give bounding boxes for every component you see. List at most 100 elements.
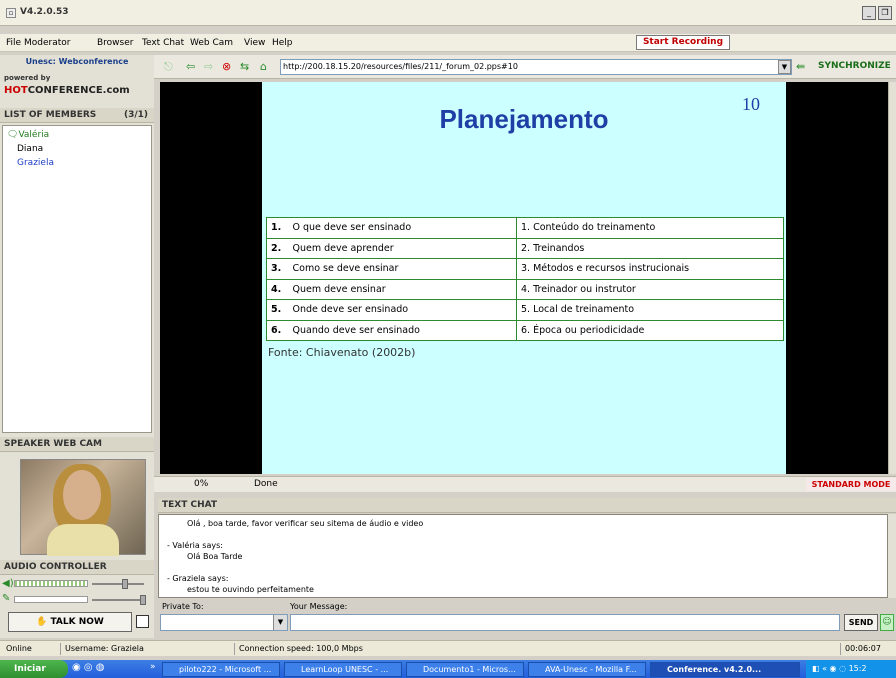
audio-controller-header: AUDIO CONTROLLER bbox=[0, 560, 154, 575]
members-title: LIST OF MEMBERS bbox=[4, 110, 97, 120]
talk-now-button[interactable]: ✋ TALK NOW bbox=[8, 612, 132, 632]
chevron-down-icon[interactable]: ▼ bbox=[273, 615, 287, 630]
menu-file[interactable]: File bbox=[6, 38, 21, 48]
chat-line: estou te ouvindo perfeitamente bbox=[187, 585, 314, 594]
url-dropdown-icon[interactable]: ▼ bbox=[778, 60, 791, 74]
window-title: V4.2.0.53 bbox=[20, 7, 69, 17]
hotconference-logo: HOTCONFERENCE.com bbox=[4, 85, 130, 96]
menu-view[interactable]: View bbox=[244, 38, 265, 48]
members-count: (3/1) bbox=[123, 110, 148, 120]
link-icon[interactable]: ⎋ bbox=[164, 60, 173, 74]
app-icon: ▫ bbox=[6, 8, 16, 18]
load-state: Done bbox=[254, 479, 278, 489]
forward-icon[interactable]: ⇨ bbox=[204, 60, 213, 74]
table-row: 3. Como se deve ensinar 3. Métodos e recur… bbox=[266, 258, 784, 280]
speaking-icon: 🗨 bbox=[7, 130, 19, 140]
task-piloto222[interactable]: piloto222 - Microsoft ... bbox=[162, 662, 280, 677]
row-answer: 2. Treinandos bbox=[516, 237, 784, 259]
home-icon[interactable]: ⌂ bbox=[260, 60, 267, 74]
slide-source: Fonte: Chiavenato (2002b) bbox=[268, 346, 416, 359]
mic-level-meter bbox=[14, 596, 88, 603]
menu-help[interactable]: Help bbox=[272, 38, 293, 48]
row-question: Quem deve aprender bbox=[288, 237, 517, 259]
row-number: 2. bbox=[266, 237, 289, 259]
member-name: Graziela bbox=[17, 158, 54, 168]
chat-line bbox=[167, 562, 879, 573]
start-recording-button[interactable]: Start Recording bbox=[636, 35, 730, 50]
message-input[interactable] bbox=[290, 614, 840, 631]
mic-volume-slider[interactable] bbox=[92, 599, 144, 601]
task-conference[interactable]: Conference. v4.2.0... bbox=[650, 662, 800, 677]
row-question: Quando deve ser ensinado bbox=[288, 319, 517, 341]
mic-volume-knob[interactable] bbox=[140, 595, 146, 605]
powered-by-label: powered by bbox=[4, 74, 51, 82]
chevron-right-icon[interactable]: » bbox=[150, 662, 156, 672]
member-name: Diana bbox=[17, 144, 44, 154]
chat-line: Olá Boa Tarde bbox=[187, 552, 243, 561]
row-answer: 1. Conteúdo do treinamento bbox=[516, 217, 784, 239]
private-to-select[interactable] bbox=[160, 614, 288, 631]
brand-title: Unesc: Webconference bbox=[0, 55, 154, 69]
row-question: Como se deve ensinar bbox=[288, 258, 517, 280]
back-icon[interactable]: ⇦ bbox=[186, 60, 195, 74]
task-documento1[interactable]: Documento1 - Micros... bbox=[406, 662, 524, 677]
member-item[interactable]: Graziela bbox=[17, 158, 54, 168]
chat-line: Olá , boa tarde, favor verificar seu sit… bbox=[187, 519, 424, 528]
row-number: 4. bbox=[266, 278, 289, 300]
title-bar: ▫ V4.2.0.53 _ ❐ bbox=[0, 0, 896, 26]
viewer-scrollbar[interactable] bbox=[888, 82, 896, 474]
menu-text-chat[interactable]: Text Chat bbox=[142, 38, 184, 48]
speaker-level-meter bbox=[14, 580, 88, 587]
slide-table: 1. O que deve ser ensinado 1. Conteúdo do … bbox=[266, 217, 784, 341]
row-question: Onde deve ser ensinado bbox=[288, 299, 517, 321]
chat-line: - Valéria says: bbox=[167, 541, 223, 550]
system-tray: ◧ « ◉ ◌ 15:2 bbox=[806, 660, 896, 678]
emoticon-icon[interactable]: ☺ bbox=[880, 614, 894, 631]
row-answer: 5. Local de treinamento bbox=[516, 299, 784, 321]
row-answer: 4. Treinador ou instrutor bbox=[516, 278, 784, 300]
speaker-webcam-video bbox=[20, 459, 146, 556]
refresh-icon[interactable]: ⇆ bbox=[240, 60, 249, 74]
speaker-volume-slider[interactable] bbox=[92, 583, 144, 585]
synchronize-button[interactable]: SYNCHRONIZE bbox=[818, 61, 891, 71]
url-input[interactable]: http://200.18.15.20/resources/files/211/… bbox=[280, 59, 792, 75]
menu-browser[interactable]: Browser bbox=[97, 38, 133, 48]
text-chat-header: TEXT CHAT bbox=[158, 498, 896, 513]
member-item[interactable]: 🗨Valéria bbox=[7, 130, 49, 140]
your-message-label: Your Message: bbox=[290, 602, 348, 611]
start-button[interactable]: Iniciar bbox=[0, 660, 68, 678]
logo-hot: HOT bbox=[4, 85, 28, 96]
chat-line bbox=[167, 529, 879, 540]
talk-lock-checkbox[interactable] bbox=[136, 615, 149, 628]
restore-button[interactable]: ❐ bbox=[878, 6, 892, 20]
row-number: 3. bbox=[266, 258, 289, 280]
quick-launch-icons[interactable]: ◉ ◎ ◍ bbox=[72, 662, 105, 673]
table-row: 6. Quando deve ser ensinado 6. Época ou pe… bbox=[266, 319, 784, 341]
connection-speed: Connection speed: 100,0 Mbps bbox=[234, 643, 367, 655]
send-button[interactable]: SEND bbox=[844, 614, 878, 631]
talk-icon: ✋ bbox=[36, 617, 51, 627]
members-list: 🗨Valéria Diana Graziela bbox=[2, 125, 152, 433]
row-number: 1. bbox=[266, 217, 289, 239]
menu-web-cam[interactable]: Web Cam bbox=[190, 38, 233, 48]
task-ava-unesc[interactable]: AVA-Unesc - Mozilla F... bbox=[528, 662, 646, 677]
go-icon[interactable]: ⇚ bbox=[796, 60, 805, 74]
speaker-volume-knob[interactable] bbox=[122, 579, 128, 589]
stop-icon[interactable]: ⊗ bbox=[222, 60, 231, 74]
chat-scrollbar[interactable] bbox=[888, 514, 896, 598]
member-item[interactable]: Diana bbox=[17, 144, 43, 154]
menu-moderator[interactable]: Moderator bbox=[24, 38, 70, 48]
table-row: 5. Onde deve ser ensinado 5. Local de trei… bbox=[266, 299, 784, 321]
row-answer: 3. Métodos e recursos instrucionais bbox=[516, 258, 784, 280]
minimize-button[interactable]: _ bbox=[862, 6, 876, 20]
table-row: 4. Quem deve ensinar 4. Treinador ou instr… bbox=[266, 278, 784, 300]
slide-title: Planejamento bbox=[439, 104, 609, 134]
online-status: Online bbox=[6, 644, 32, 653]
task-learnloop[interactable]: LearnLoop UNESC - ... bbox=[284, 662, 402, 677]
members-header: LIST OF MEMBERS (3/1) bbox=[0, 108, 154, 123]
standard-mode-button[interactable]: STANDARD MODE bbox=[806, 478, 896, 491]
row-answer: 6. Época ou periodicidade bbox=[516, 319, 784, 341]
tray-icons[interactable]: ◧ « ◉ ◌ bbox=[812, 664, 849, 673]
chat-log: Olá , boa tarde, favor verificar seu sit… bbox=[158, 514, 888, 598]
clock: 15:2 bbox=[848, 664, 867, 673]
